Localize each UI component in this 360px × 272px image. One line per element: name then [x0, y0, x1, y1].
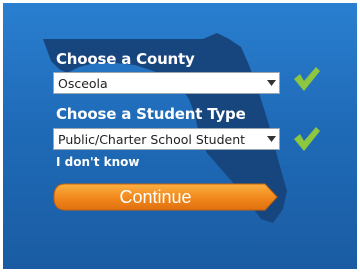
continue-button[interactable]: Continue — [53, 183, 279, 211]
chevron-down-icon — [263, 136, 279, 142]
student-type-heading: Choose a Student Type — [56, 105, 246, 123]
county-select-value: Osceola — [58, 75, 108, 91]
county-select[interactable]: Osceola — [53, 72, 280, 94]
student-type-select[interactable]: Public/Charter School Student — [53, 128, 280, 150]
i-dont-know-link[interactable]: I don't know — [56, 155, 139, 169]
continue-button-label: Continue — [119, 186, 192, 207]
selection-panel: Choose a County Osceola Choose a Student… — [3, 3, 357, 269]
check-icon — [294, 127, 320, 151]
county-heading: Choose a County — [56, 50, 195, 68]
check-icon — [294, 67, 320, 91]
student-type-select-value: Public/Charter School Student — [58, 131, 246, 147]
chevron-down-icon — [263, 80, 279, 86]
